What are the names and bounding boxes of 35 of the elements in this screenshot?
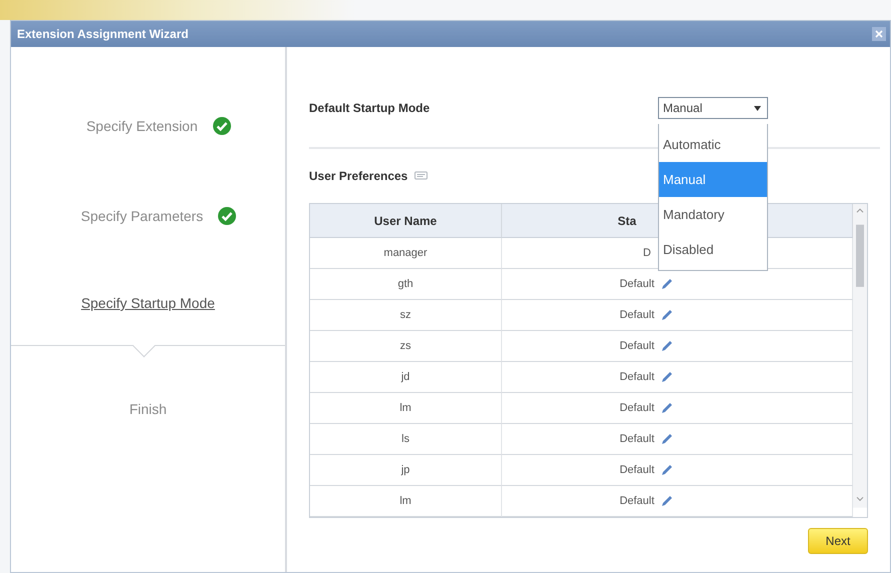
comment-icon bbox=[414, 171, 428, 181]
table-cell: Default bbox=[502, 486, 853, 517]
field-label: Default Startup Mode bbox=[309, 101, 430, 115]
pencil-icon[interactable] bbox=[660, 370, 674, 384]
section-title: User Preferences bbox=[309, 169, 408, 183]
table-cell: sz bbox=[310, 300, 502, 331]
table-cell: Default bbox=[502, 393, 853, 424]
pencil-icon[interactable] bbox=[660, 308, 674, 322]
window-title: Extension Assignment Wizard bbox=[17, 27, 188, 41]
table-cell: Default bbox=[502, 424, 853, 455]
table-cell: lm bbox=[310, 393, 502, 424]
pencil-icon[interactable] bbox=[660, 401, 674, 415]
table-cell: jp bbox=[310, 455, 502, 486]
pencil-icon[interactable] bbox=[660, 277, 674, 291]
table-cell: jd bbox=[310, 362, 502, 393]
pencil-icon[interactable] bbox=[660, 432, 674, 446]
pencil-icon[interactable] bbox=[660, 339, 674, 353]
pencil-icon[interactable] bbox=[660, 494, 674, 508]
table-cell: Default bbox=[502, 269, 853, 300]
pencil-icon[interactable] bbox=[660, 463, 674, 477]
table-cell: gth bbox=[310, 269, 502, 300]
close-icon[interactable] bbox=[872, 27, 886, 41]
mode-select[interactable]: Manual bbox=[658, 97, 768, 119]
table-cell: lm bbox=[310, 486, 502, 517]
column-header: User Name bbox=[310, 204, 502, 238]
step-label[interactable]: Specify Startup Mode bbox=[81, 295, 215, 311]
table-cell: zs bbox=[310, 331, 502, 362]
table-cell: manager bbox=[310, 238, 502, 269]
table-cell: Default bbox=[502, 331, 853, 362]
table-cell: Default bbox=[502, 455, 853, 486]
caret-icon bbox=[754, 106, 761, 110]
next-button[interactable]: Next bbox=[808, 528, 868, 554]
table-cell: Default bbox=[502, 362, 853, 393]
table-cell: Default bbox=[502, 300, 853, 331]
table-cell: ls bbox=[310, 424, 502, 455]
